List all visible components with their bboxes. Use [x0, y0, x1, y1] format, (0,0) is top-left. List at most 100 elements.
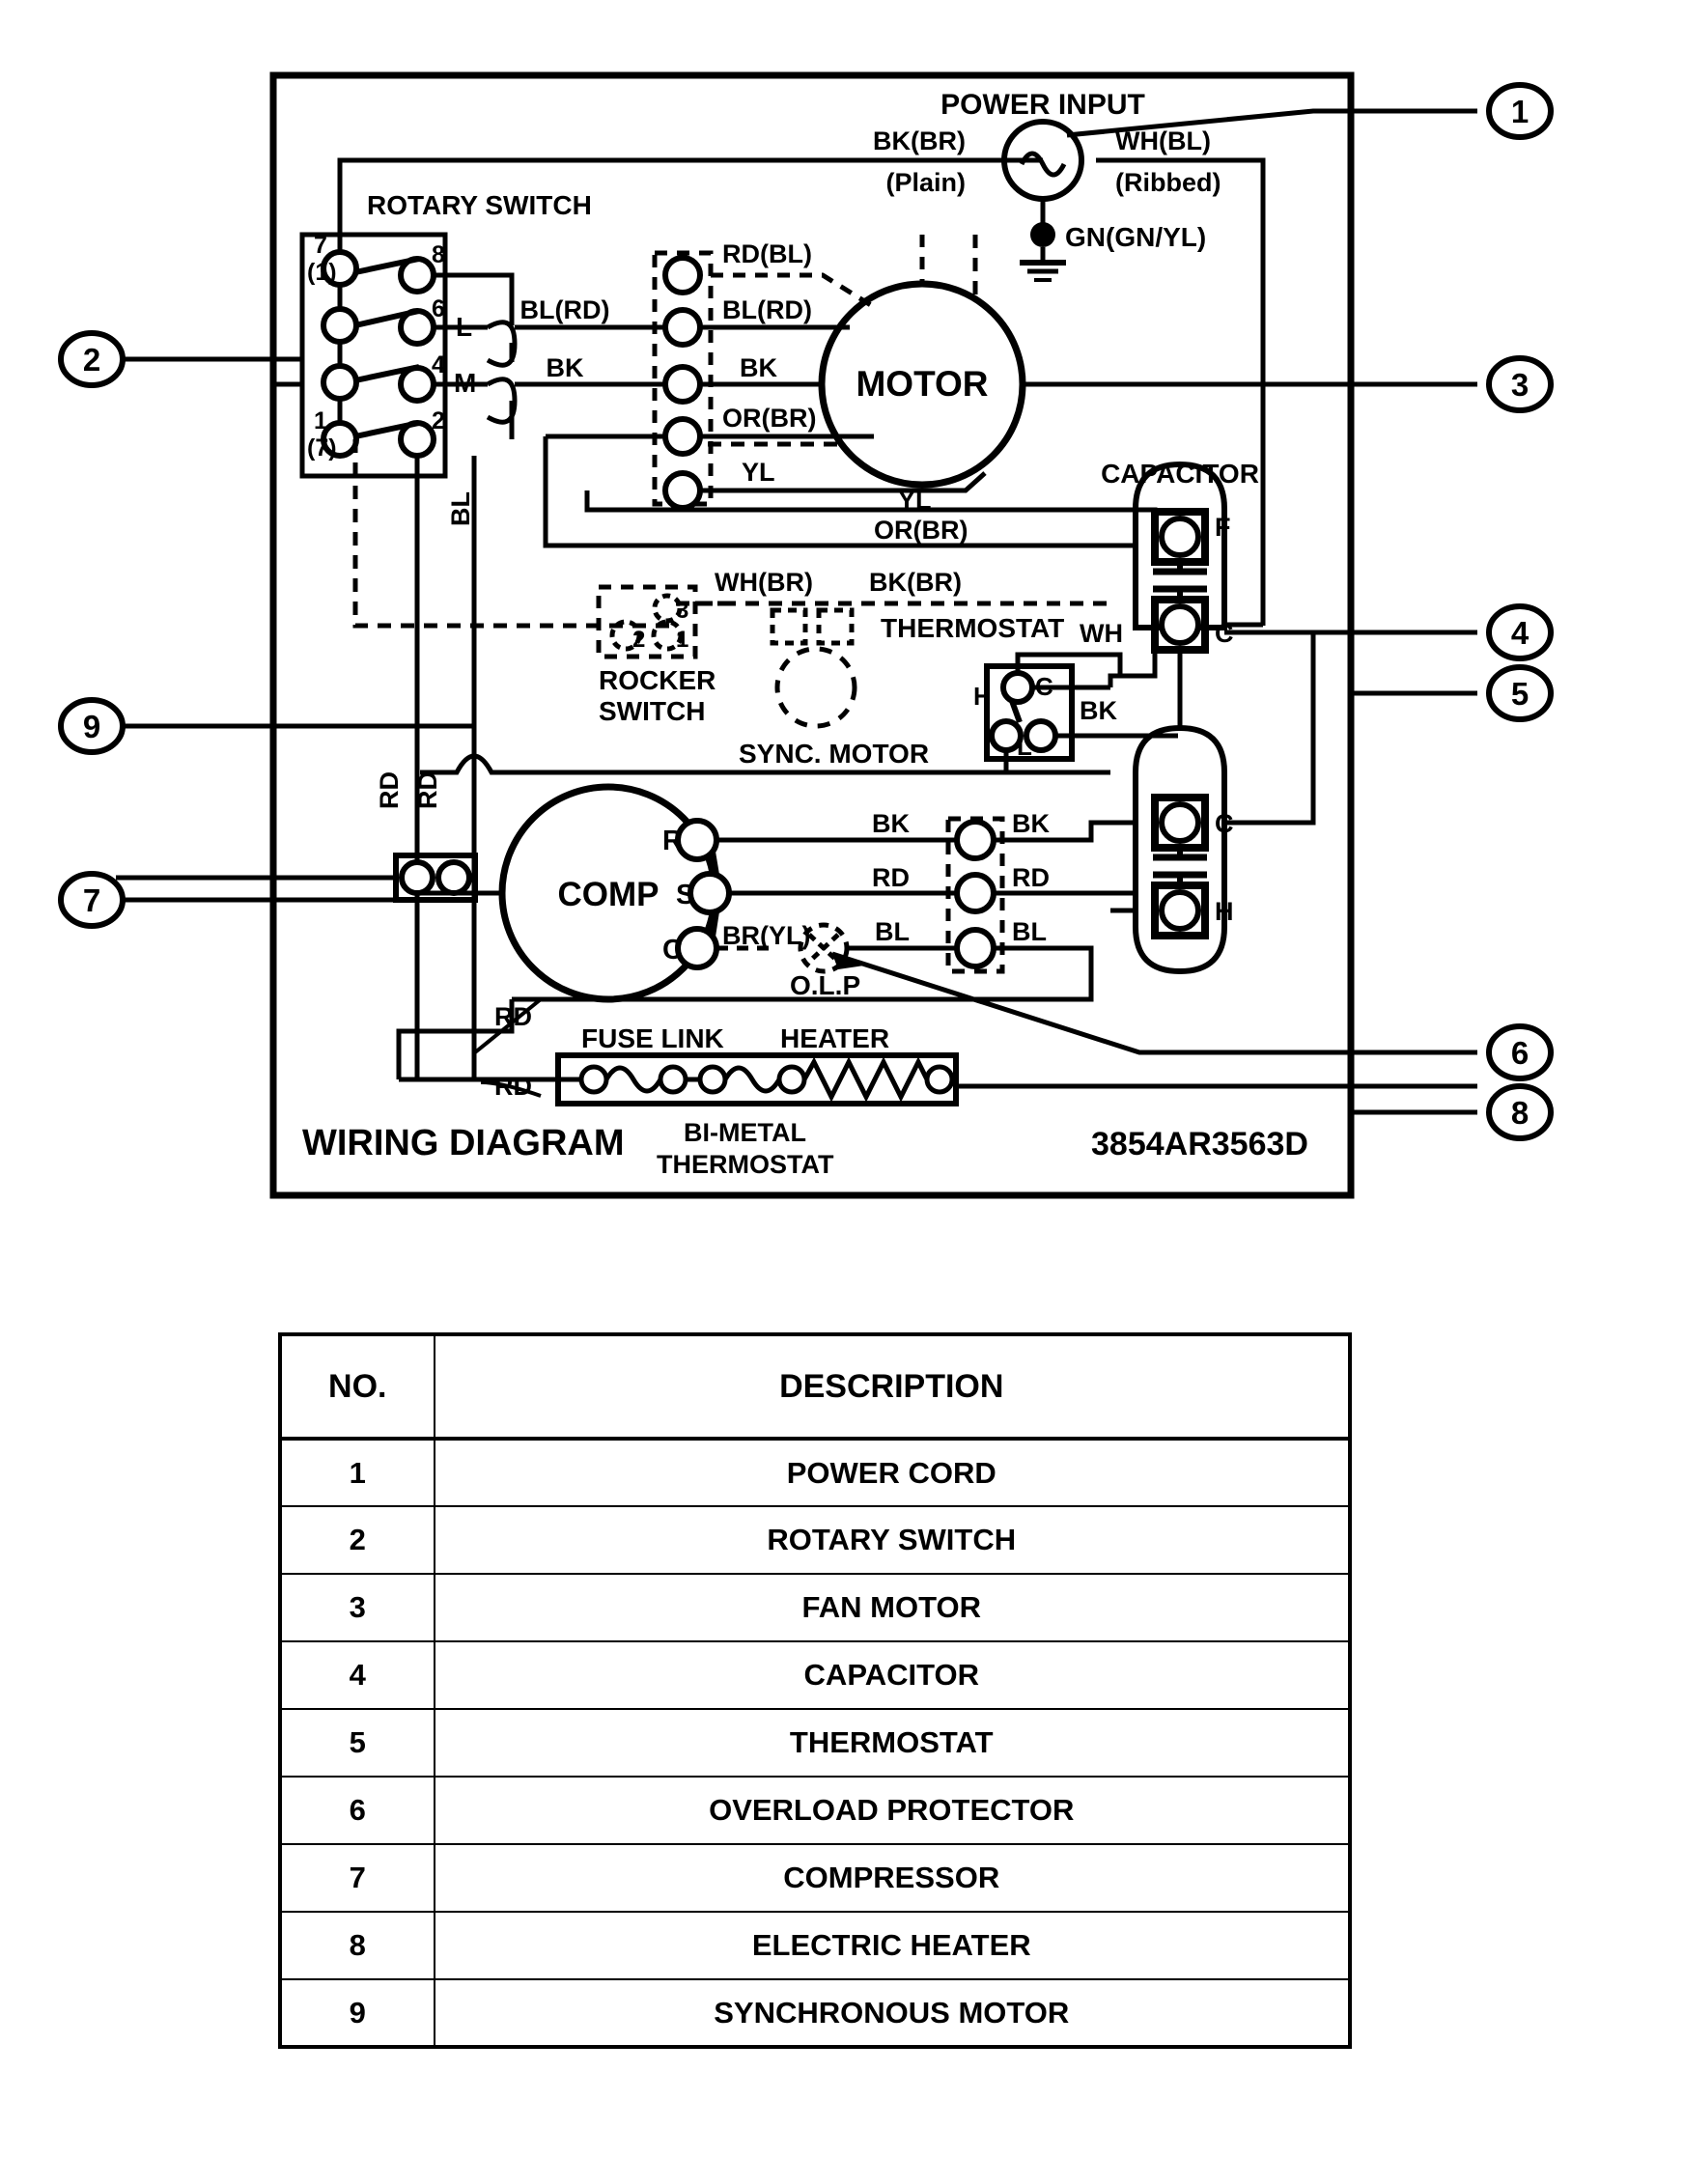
power-line-left-sub-label: (Plain)	[885, 168, 966, 197]
part-number-cell: 4	[279, 1640, 435, 1710]
comp-lead-bl-left-label: BL	[875, 917, 910, 946]
motor-lead-or-br-label: OR(BR)	[722, 404, 816, 433]
ground-label: GN(GN/YL)	[1065, 222, 1206, 252]
compressor-label: COMP	[558, 876, 660, 913]
table-row: 9 SYNCHRONOUS MOTOR	[279, 1978, 1352, 2048]
compressor-terminal-s-label: S	[676, 880, 694, 910]
part-description-cell: CAPACITOR	[433, 1640, 1352, 1710]
wire-rd-4-label: RD	[494, 1072, 532, 1101]
power-input-label: POWER INPUT	[940, 89, 1145, 121]
table-row: 5 THERMOSTAT	[279, 1708, 1352, 1778]
sync-motor-dashed-icon	[774, 646, 857, 729]
part-number-cell: 9	[279, 1978, 435, 2048]
part-number-cell: 2	[279, 1505, 435, 1575]
part-number-cell: 8	[279, 1911, 435, 1980]
wiring-diagram-svg: POWER INPUT BK(BR) (Plain) WH(BL) (Ribbe…	[58, 71, 1554, 1199]
rocker-switch-label-line2: SWITCH	[599, 696, 705, 726]
part-description-cell: THERMOSTAT	[433, 1708, 1352, 1778]
callout-right-8: 8	[1511, 1095, 1529, 1131]
comp-lead-bk-left-label: BK	[872, 809, 910, 838]
part-number-cell: 5	[279, 1708, 435, 1778]
capacitor-label: CAPACITOR	[1101, 459, 1259, 489]
fuse-link-label: FUSE LINK	[581, 1023, 724, 1053]
power-line-right-sub-label: (Ribbed)	[1115, 168, 1221, 197]
wiring-diagram-page: POWER INPUT BK(BR) (Plain) WH(BL) (Ribbe…	[0, 0, 1684, 2184]
part-description-cell: OVERLOAD PROTECTOR	[433, 1776, 1352, 1845]
motor-lead-rd-bl-label: RD(BL)	[722, 239, 812, 268]
comp-lead-bk-right-label: BK	[1012, 809, 1050, 838]
thermostat-label: THERMOSTAT	[881, 613, 1064, 643]
capacitor-terminal-f-label: F	[1215, 513, 1231, 542]
motor-lead-yl-label: YL	[742, 458, 775, 487]
capacitor-terminal-c-label: C	[1215, 619, 1234, 648]
callout-right-6: 6	[1511, 1035, 1529, 1071]
table-row: 2 ROTARY SWITCH	[279, 1505, 1352, 1575]
table-row: 1 POWER CORD	[279, 1438, 1352, 1507]
thermostat-wire-wh-label: WH	[1080, 619, 1123, 648]
olp-label: O.L.P	[790, 970, 860, 1000]
rotary-terminal-7: 7	[314, 232, 327, 259]
rocker-switch-group	[596, 584, 734, 659]
wire-rd-vert-2-label: RD	[413, 771, 442, 809]
part-description-cell: POWER CORD	[433, 1438, 1352, 1507]
rotary-terminal-7alt: (1)	[307, 259, 337, 286]
thermostat-wire-bk-label: BK	[1080, 696, 1117, 725]
comp-lead-rd-left-label: RD	[872, 863, 910, 892]
callout-left-7: 7	[83, 882, 100, 918]
comp-lead-bl-right-label: BL	[1012, 917, 1047, 946]
column-header-no: NO.	[279, 1333, 435, 1441]
part-number: 3854AR3563D	[1091, 1126, 1308, 1162]
compressor-terminal-r-label: R	[662, 826, 683, 856]
table-row: 3 FAN MOTOR	[279, 1573, 1352, 1642]
sine-wave-icon	[1019, 151, 1067, 178]
power-line-right-label: WH(BL)	[1115, 126, 1211, 155]
motor-yl-bus-label: YL	[898, 486, 932, 515]
table-row: 6 OVERLOAD PROTECTOR	[279, 1776, 1352, 1845]
part-description-cell: COMPRESSOR	[433, 1843, 1352, 1913]
compressor-lead-br-yl-label: BR(YL)	[722, 921, 810, 950]
callout-left-2: 2	[83, 342, 100, 378]
rotary-terminal-2: 2	[432, 407, 445, 434]
thermostat-terminal-h-label: H	[973, 682, 992, 711]
motor-or-bus-label: OR(BR)	[874, 516, 968, 545]
rocker-pin-2-label: 2	[632, 627, 645, 653]
rotary-terminal-1alt: (7)	[307, 434, 337, 462]
motor-group	[543, 235, 1477, 548]
rocker-switch-label-line1: ROCKER	[599, 665, 716, 695]
rotary-terminal-1: 1	[314, 407, 327, 434]
table-row: 4 CAPACITOR	[279, 1640, 1352, 1710]
table-header-row: NO. DESCRIPTION	[279, 1333, 1352, 1441]
table-row: 7 COMPRESSOR	[279, 1843, 1352, 1913]
rotary-tap-l-label: L	[456, 312, 472, 342]
thermostat-terminal-c-label: C	[1035, 672, 1053, 701]
part-description-cell: SYNCHRONOUS MOTOR	[433, 1978, 1352, 2048]
bimetal-label-line2: THERMOSTAT	[657, 1150, 834, 1179]
heater-label: HEATER	[780, 1023, 889, 1053]
column-header-description: DESCRIPTION	[433, 1333, 1352, 1441]
part-description-cell: FAN MOTOR	[433, 1573, 1352, 1642]
power-line-left-label: BK(BR)	[873, 126, 966, 155]
capacitor-terminal-c2-label: C	[1215, 809, 1234, 838]
rocker-pin-3-label: 3	[676, 598, 688, 624]
part-description-cell: ROTARY SWITCH	[433, 1505, 1352, 1575]
callout-right-3: 3	[1511, 367, 1529, 403]
rotary-switch-label: ROTARY SWITCH	[367, 190, 592, 220]
callout-right-1: 1	[1511, 94, 1529, 129]
rotary-terminal-6: 6	[432, 295, 445, 322]
capacitor-group	[1110, 461, 1477, 975]
bimetal-label-line1: BI-METAL	[684, 1118, 806, 1147]
wire-rd-vert-1-label: RD	[375, 771, 404, 809]
motor-lead-bk-left-label: BK	[547, 353, 584, 382]
thermostat-terminal-l-label: L	[1017, 732, 1032, 761]
callout-right-5: 5	[1511, 676, 1529, 712]
thermostat-wire-bk-br-label: BK(BR)	[869, 568, 962, 597]
motor-lead-bk-label: BK	[740, 353, 777, 382]
part-number-cell: 6	[279, 1776, 435, 1845]
motor-lead-bl-rd-label: BL(RD)	[722, 295, 812, 324]
wire-rd-3-label: RD	[494, 1002, 532, 1031]
part-description-cell: ELECTRIC HEATER	[433, 1911, 1352, 1980]
diagram-title: WIRING DIAGRAM	[302, 1123, 625, 1163]
part-number-cell: 3	[279, 1573, 435, 1642]
wire-bl-vertical-label: BL	[446, 491, 475, 526]
ground-node-icon	[1030, 222, 1055, 247]
